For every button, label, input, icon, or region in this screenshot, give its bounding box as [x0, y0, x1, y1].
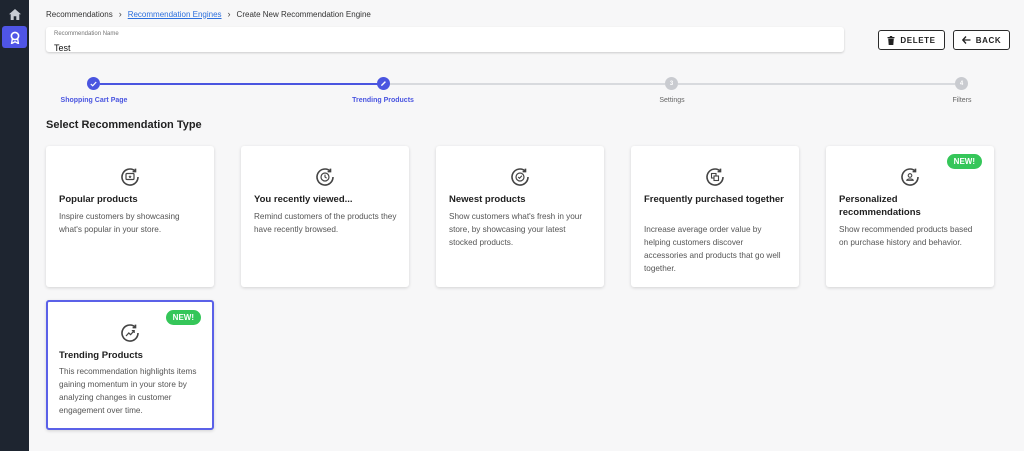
sidebar [0, 0, 29, 451]
card-description: Remind customers of the products they ha… [254, 212, 397, 234]
card-title: Newest products [449, 194, 526, 205]
card-description: Show customers what's fresh in your stor… [449, 212, 583, 247]
step-2-circle[interactable] [377, 77, 390, 90]
step-3-circle[interactable]: 3 [665, 77, 678, 90]
card-trending-products[interactable]: NEW! Trending Products This recommendati… [46, 300, 214, 430]
breadcrumb-parent-link[interactable]: Recommendation Engines [128, 10, 222, 19]
recommendation-name-label: Recommendation Name [54, 31, 119, 37]
arrow-left-icon [961, 36, 971, 44]
new-badge: NEW! [946, 154, 982, 169]
user-icon [899, 166, 921, 188]
section-title: Select Recommendation Type [46, 119, 202, 131]
ribbon-icon [10, 31, 19, 44]
step-4-circle[interactable]: 4 [955, 77, 968, 90]
main-content: Recommendations › Recommendation Engines… [29, 0, 1024, 451]
card-frequently-purchased[interactable]: Frequently purchased together Increase a… [631, 146, 799, 287]
breadcrumb-root[interactable]: Recommendations [46, 10, 113, 19]
card-popular-products[interactable]: Popular products Inspire customers by sh… [46, 146, 214, 287]
home-icon [8, 8, 21, 20]
sidebar-item-recommendations[interactable] [2, 26, 27, 48]
step-1-circle[interactable] [87, 77, 100, 90]
card-description: Show recommended products based on purch… [839, 225, 973, 247]
card-recently-viewed[interactable]: You recently viewed... Remind customers … [241, 146, 409, 287]
back-button[interactable]: BACK [953, 30, 1010, 50]
step-connector-completed [100, 83, 378, 85]
step-1-label[interactable]: Shopping Cart Page [61, 97, 128, 104]
pencil-icon [381, 81, 386, 86]
step-3-number: 3 [669, 80, 674, 87]
trash-icon [887, 35, 895, 45]
card-title: Popular products [59, 194, 138, 205]
breadcrumb: Recommendations › Recommendation Engines… [46, 9, 371, 19]
step-connector-pending [678, 83, 955, 85]
card-newest-products[interactable]: Newest products Show customers what's fr… [436, 146, 604, 287]
breadcrumb-current: Create New Recommendation Engine [236, 9, 371, 19]
card-title: Trending Products [59, 350, 143, 361]
delete-button[interactable]: DELETE [878, 30, 945, 50]
card-description: Increase average order value by helping … [644, 225, 781, 273]
recommendation-name-input[interactable] [54, 43, 836, 54]
step-4-number: 4 [959, 80, 964, 87]
trend-up-icon [119, 322, 141, 344]
step-2-label[interactable]: Trending Products [352, 97, 414, 104]
check-icon [90, 81, 97, 87]
sidebar-item-home[interactable] [2, 3, 27, 25]
chevron-right-icon: › [118, 9, 122, 19]
step-3-label[interactable]: Settings [659, 97, 684, 104]
progress-stepper: 3 4 Shopping Cart Page Trending Products… [29, 76, 1024, 110]
recommendation-name-field[interactable]: Recommendation Name [46, 27, 844, 54]
delete-button-label: DELETE [900, 35, 936, 45]
step-connector-pending [390, 83, 665, 85]
card-description: Inspire customers by showcasing what's p… [59, 212, 180, 234]
card-personalized-recommendations[interactable]: NEW! Personalized recommendations Show r… [826, 146, 994, 287]
card-title: Personalized recommendations [839, 194, 921, 218]
copy-icon [704, 166, 726, 188]
check-badge-icon [509, 166, 531, 188]
chevron-right-icon: › [227, 9, 231, 19]
card-title: You recently viewed... [254, 194, 353, 205]
card-title: Frequently purchased together [644, 194, 784, 205]
step-4-label[interactable]: Filters [952, 97, 971, 104]
new-badge: NEW! [165, 310, 201, 325]
card-description: This recommendation highlights items gai… [59, 367, 197, 415]
back-button-label: BACK [975, 35, 1002, 45]
chat-star-icon [119, 166, 141, 188]
clock-icon [314, 166, 336, 188]
